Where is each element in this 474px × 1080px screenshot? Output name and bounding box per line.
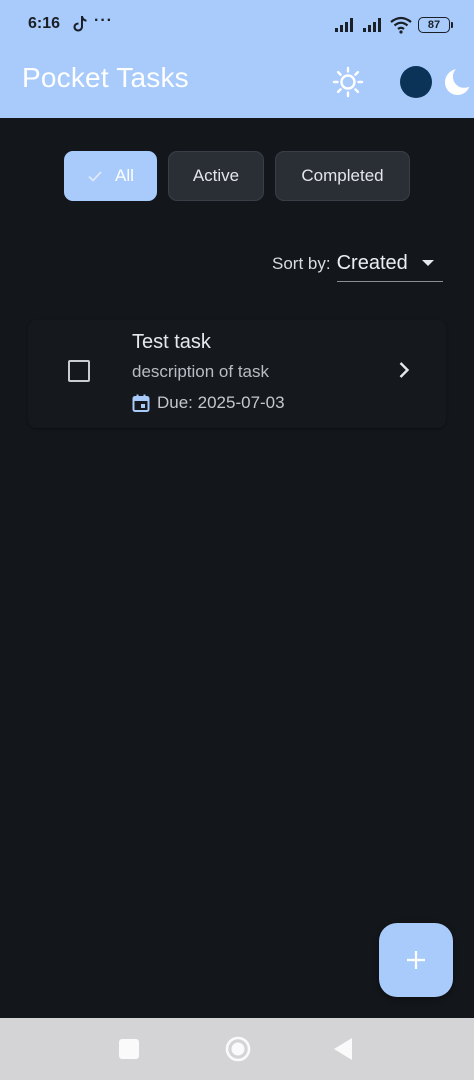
filter-chips: All Active Completed [64,151,410,201]
sort-control: Sort by: Created [272,246,443,282]
dropdown-arrow-icon [421,260,434,266]
status-more-dots: ··· [94,12,113,29]
app-screen: 6:16 ··· 87 Pocket Tasks All Active Comp… [0,0,474,1080]
task-due-text: Due: 2025-07-03 [157,393,285,412]
home-button[interactable] [225,1036,251,1062]
calendar-icon [132,394,150,412]
tiktok-icon [73,16,87,32]
filter-all-label: All [115,166,134,185]
top-bar: 6:16 ··· 87 Pocket Tasks [0,0,474,118]
task-due-date: Due: 2025-07-03 [132,393,285,413]
plus-icon [407,951,425,969]
light-theme-button[interactable] [330,64,366,100]
sun-icon [332,66,364,98]
system-nav-bar [0,1018,474,1080]
theme-color-circle[interactable] [400,66,432,98]
battery-icon: 87 [418,17,453,33]
task-card[interactable]: Test task description of task Due: 2025-… [28,320,446,428]
task-description: description of task [132,362,270,381]
chevron-right-icon[interactable] [398,361,410,379]
back-button[interactable] [333,1037,353,1061]
battery-level: 87 [427,19,441,31]
moon-icon [445,69,470,95]
check-icon [88,171,102,182]
status-bar: 6:16 ··· 87 [0,0,474,50]
task-checkbox[interactable] [68,360,90,382]
filter-completed-chip[interactable]: Completed [275,151,410,201]
signal-icon [335,18,353,32]
filter-all-chip[interactable]: All [64,151,157,201]
filter-completed-label: Completed [301,166,384,185]
filter-active-chip[interactable]: Active [168,151,264,201]
signal-icon-2 [363,18,381,32]
status-indicators: 87 [334,14,453,36]
add-task-button[interactable] [379,923,453,997]
status-time: 6:16 [28,15,61,32]
sort-value: Created [336,252,408,274]
page-title: Pocket Tasks [22,62,189,93]
sort-dropdown[interactable]: Created [336,246,443,282]
sort-label: Sort by: [272,254,331,273]
filter-active-label: Active [192,166,240,185]
dark-theme-button[interactable] [442,66,474,98]
task-title: Test task [132,331,211,353]
recent-apps-button[interactable] [119,1039,139,1059]
wifi-icon [390,16,412,34]
